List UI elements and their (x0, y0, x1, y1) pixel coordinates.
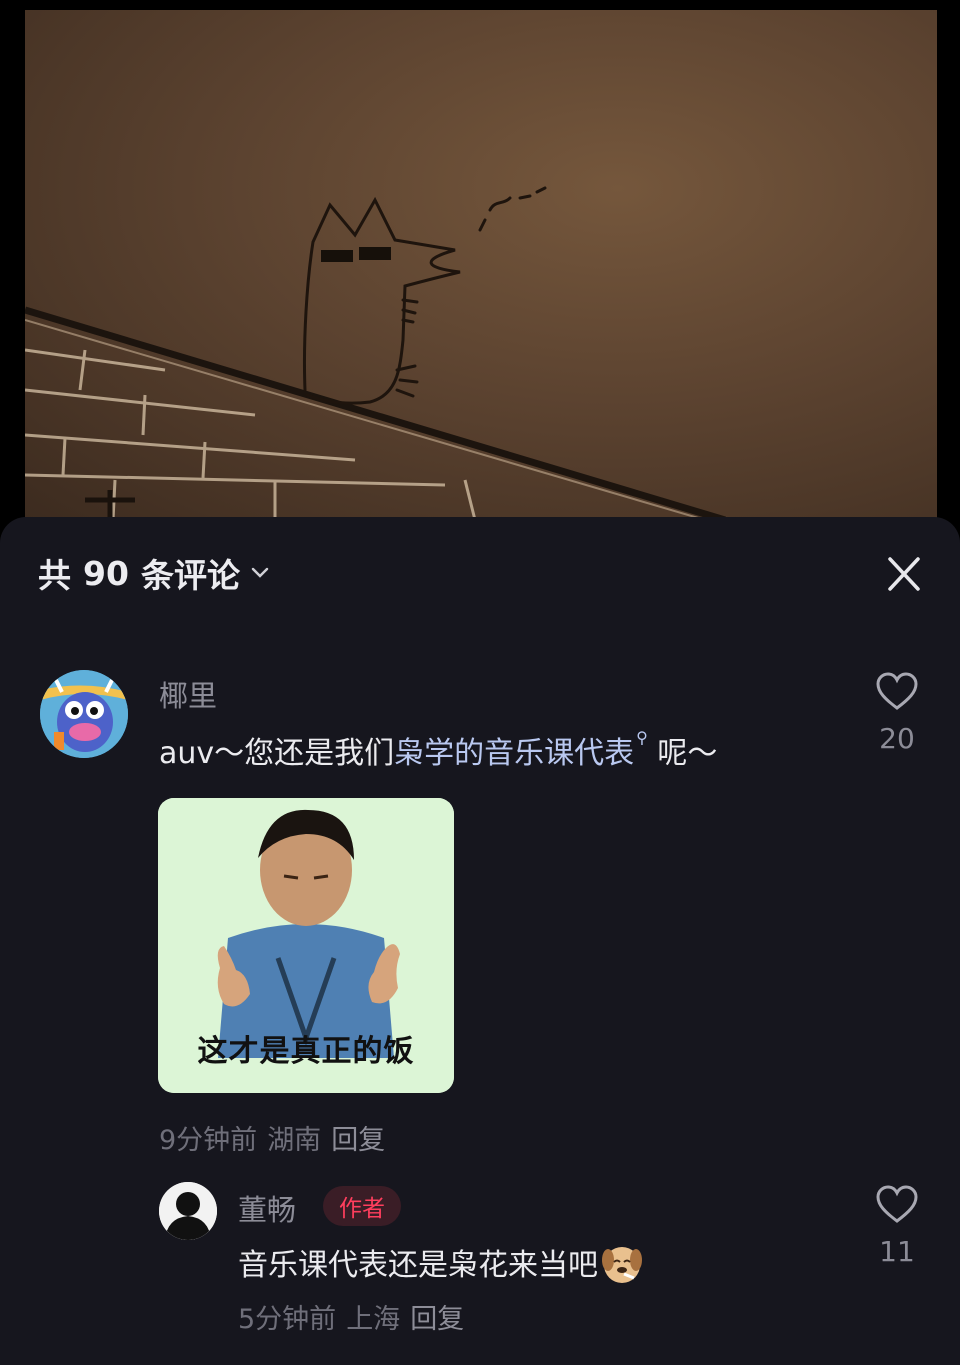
comment-text-after: 呢～ (657, 736, 718, 771)
reply-meta: 5分钟前 上海 回复 (238, 1297, 474, 1336)
cartoon-cow-avatar-image (40, 670, 128, 758)
comment-time: 9分钟前 (159, 1125, 258, 1156)
video-player[interactable] (25, 10, 937, 520)
comment-location: 湖南 (267, 1125, 322, 1156)
dog-emoji-icon (602, 1246, 642, 1283)
like-button[interactable]: 20 (867, 672, 927, 755)
comments-panel: 共 90 条评论 椰里 auv～您还是我们枭学的音乐课代表 ⚲ 呢～ 20 这才… (0, 517, 960, 1365)
silhouette-avatar-image (159, 1182, 217, 1240)
reply-button[interactable]: 回复 (410, 1304, 464, 1335)
reply-time: 5分钟前 (238, 1304, 337, 1335)
comment-count-dropdown[interactable]: 共 90 条评论 (38, 551, 270, 595)
search-icon[interactable]: ⚲ (636, 728, 648, 747)
search-keyword-link[interactable]: 枭学的音乐课代表 (394, 736, 634, 771)
like-count: 20 (879, 722, 915, 755)
chevron-down-icon (251, 567, 269, 578)
comment-text-before: auv～您还是我们 (159, 736, 395, 771)
sticker-caption: 这才是真正的饭 (197, 1034, 415, 1069)
comment-meta: 9分钟前 湖南 回复 (159, 1118, 395, 1157)
author-badge: 作者 (323, 1186, 401, 1226)
comment-count-number: 90 (83, 553, 129, 593)
comment-username[interactable]: 椰里 (159, 673, 217, 715)
reply-username[interactable]: 董畅 (238, 1187, 296, 1229)
avatar[interactable] (40, 670, 128, 758)
comment-text: auv～您还是我们枭学的音乐课代表 ⚲ 呢～ (159, 728, 717, 772)
heart-icon (876, 672, 918, 710)
heart-icon (876, 1185, 918, 1223)
avatar[interactable] (159, 1182, 217, 1240)
close-icon (888, 557, 920, 591)
video-frame-drawing (25, 186, 727, 520)
close-button[interactable] (880, 555, 928, 595)
reply-location: 上海 (346, 1304, 401, 1335)
comment-sticker-image[interactable]: 这才是真正的饭 (158, 798, 454, 1093)
like-count: 11 (879, 1235, 915, 1268)
comment-count-suffix: 条评论 (140, 556, 240, 595)
like-button[interactable]: 11 (867, 1185, 927, 1268)
reply-text-content: 音乐课代表还是枭花来当吧 (238, 1248, 598, 1283)
reply-button[interactable]: 回复 (331, 1125, 385, 1156)
comment-count-prefix: 共 (38, 556, 71, 595)
reply-text: 音乐课代表还是枭花来当吧 (238, 1240, 644, 1286)
